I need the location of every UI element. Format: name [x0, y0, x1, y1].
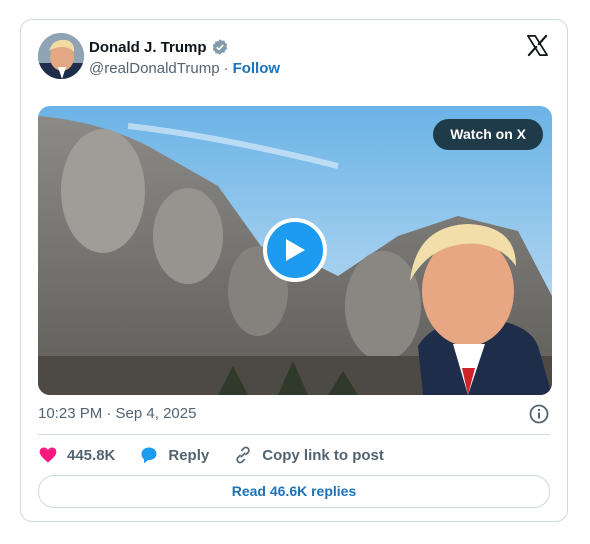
video-thumbnail[interactable]: Watch on X	[38, 106, 552, 395]
verified-badge-icon	[212, 39, 227, 55]
author-handle[interactable]: @realDonaldTrump	[89, 60, 220, 77]
avatar[interactable]	[38, 33, 84, 79]
avatar-image	[38, 33, 84, 79]
post-card[interactable]: Donald J. Trump @realDonaldTrump · Follo…	[20, 19, 568, 522]
read-replies-button[interactable]: Read 46.6K replies	[38, 475, 550, 508]
post-timestamp[interactable]: 10:23 PM · Sep 4, 2025	[38, 405, 196, 422]
copy-link-button[interactable]: Copy link to post	[233, 444, 384, 466]
reply-button[interactable]: Reply	[139, 444, 209, 466]
heart-icon	[39, 447, 57, 463]
play-icon	[286, 239, 305, 261]
info-icon[interactable]	[529, 404, 549, 424]
link-icon	[236, 446, 250, 464]
like-button[interactable]: 445.8K	[38, 444, 115, 466]
like-count: 445.8K	[67, 446, 116, 464]
watch-on-x-button[interactable]: Watch on X	[433, 119, 543, 150]
divider	[38, 434, 550, 435]
x-logo-icon[interactable]	[526, 34, 549, 57]
author-name[interactable]: Donald J. Trump	[89, 39, 207, 56]
reply-bubble-icon	[141, 447, 157, 464]
separator: ·	[223, 60, 229, 77]
copy-link-label: Copy link to post	[262, 446, 384, 464]
play-button[interactable]	[263, 218, 327, 282]
follow-button[interactable]: Follow	[233, 60, 281, 77]
reply-label: Reply	[168, 446, 210, 464]
